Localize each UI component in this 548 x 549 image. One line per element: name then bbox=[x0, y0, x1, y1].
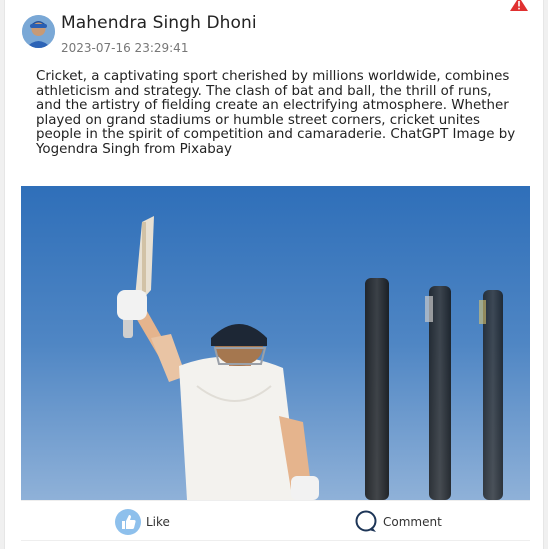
cricket-photo bbox=[21, 186, 530, 500]
like-label: Like bbox=[146, 515, 170, 529]
comment-label: Comment bbox=[383, 515, 442, 529]
author-name[interactable]: Mahendra Singh Dhoni bbox=[61, 13, 257, 33]
avatar[interactable] bbox=[22, 15, 55, 48]
post-image[interactable] bbox=[21, 186, 530, 500]
post-card: Mahendra Singh Dhoni 2023-07-16 23:29:41… bbox=[4, 0, 544, 549]
post-action-bar: Like Comment bbox=[21, 500, 530, 541]
comment-bubble-icon bbox=[355, 510, 377, 532]
thumbs-up-icon bbox=[115, 509, 141, 535]
like-button[interactable]: Like bbox=[115, 509, 170, 535]
comment-button[interactable]: Comment bbox=[354, 509, 442, 535]
post-body-text: Cricket, a captivating sport cherished b… bbox=[36, 69, 516, 157]
warning-icon[interactable] bbox=[510, 0, 528, 11]
post-timestamp: 2023-07-16 23:29:41 bbox=[61, 41, 189, 55]
avatar-image bbox=[22, 15, 55, 48]
